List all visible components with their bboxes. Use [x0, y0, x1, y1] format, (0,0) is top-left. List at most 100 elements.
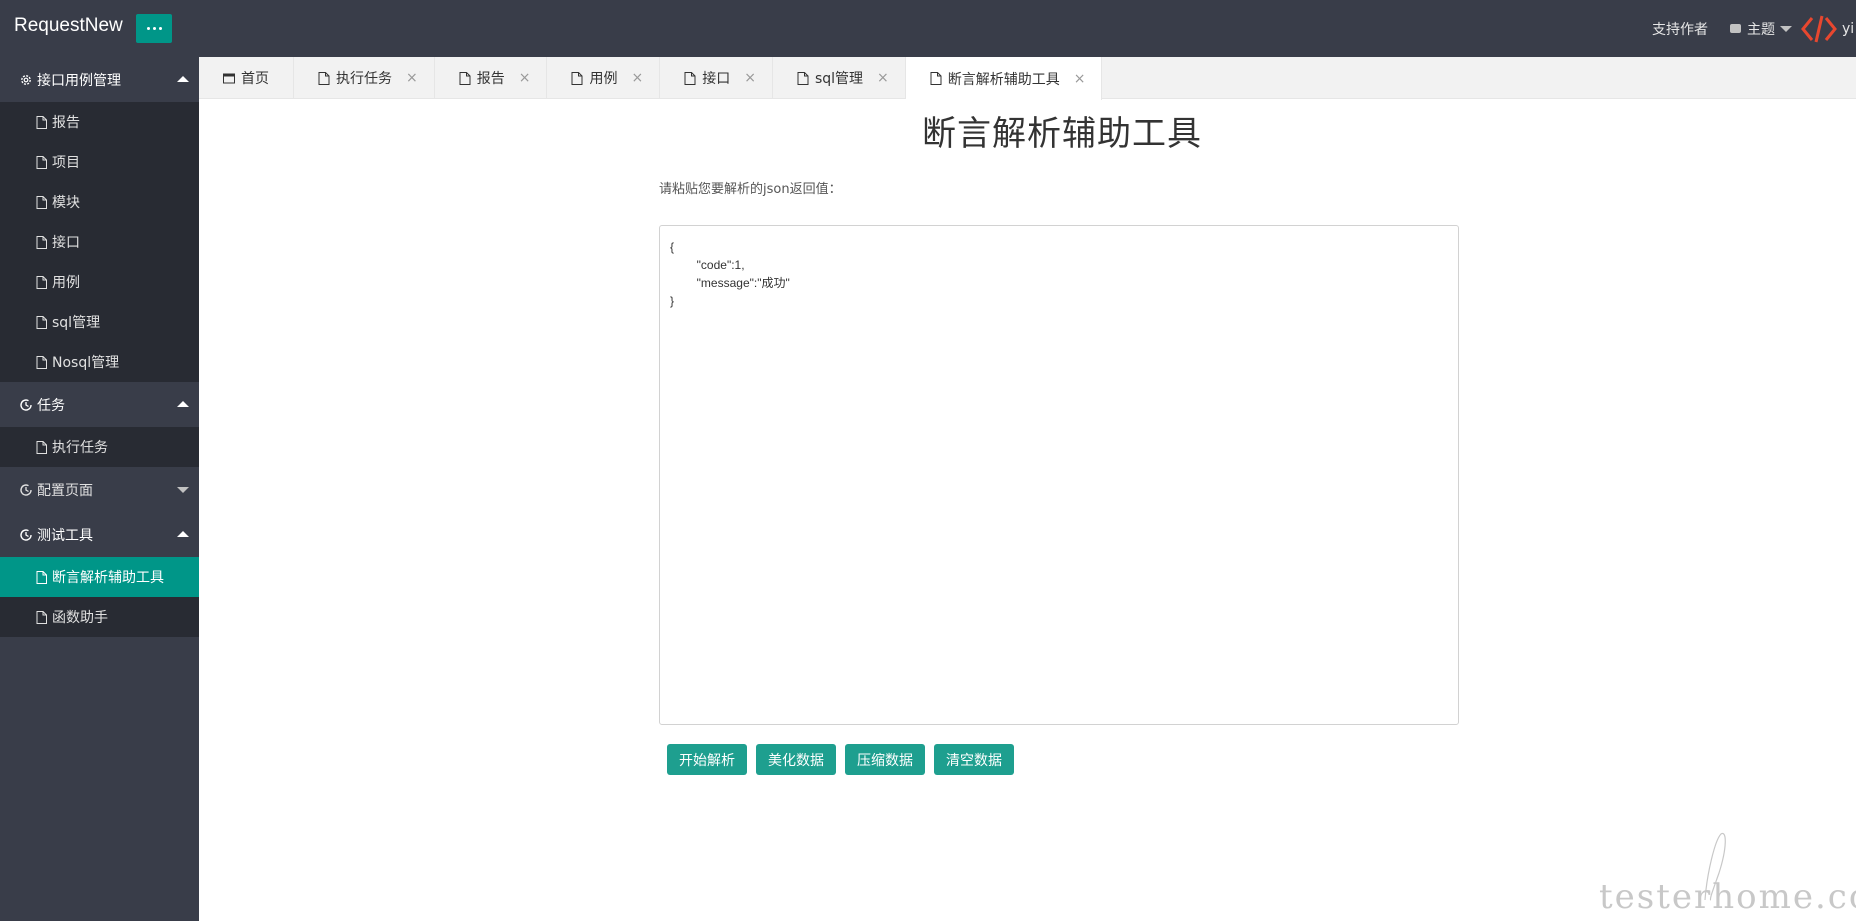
menu-toggle-button[interactable]: [136, 14, 172, 43]
close-icon[interactable]: ×: [519, 71, 531, 85]
caret-down-icon: [1780, 25, 1792, 32]
tab-label: 用例: [589, 71, 618, 87]
chat-bubble-icon: [1730, 24, 1741, 33]
support-author-link[interactable]: 支持作者: [1652, 19, 1708, 39]
header-right: 支持作者 主题 yi: [1652, 0, 1856, 57]
collapse-arrow-icon: [177, 531, 189, 537]
file-icon: [571, 71, 583, 85]
sidebar-item-label: 断言解析辅助工具: [52, 570, 164, 586]
clock-icon: [19, 483, 33, 497]
sidebar-item-report[interactable]: 报告: [0, 102, 199, 142]
sidebar-item-function-helper[interactable]: 函数助手: [0, 597, 199, 637]
tab-bar: 首页 执行任务 × 报告 × 用例 × 接口 × sql管理 × 断言解析辅助工…: [199, 57, 1856, 100]
file-icon: [36, 355, 47, 369]
clock-icon: [19, 528, 33, 542]
nav-group-label: 任务: [37, 397, 65, 414]
nav-group-interface-cases[interactable]: 接口用例管理: [0, 57, 199, 102]
clock-icon: [19, 398, 33, 412]
more-dots-icon: [146, 27, 162, 30]
tab-home[interactable]: 首页: [199, 57, 294, 99]
theme-dropdown[interactable]: 主题: [1730, 19, 1792, 39]
sidebar-item-sql[interactable]: sql管理: [0, 302, 199, 342]
sidebar-item-label: 模块: [52, 195, 80, 211]
json-prompt-label: 请粘贴您要解析的json返回值：: [659, 182, 842, 197]
file-icon: [36, 440, 47, 454]
tab-assert-tool[interactable]: 断言解析辅助工具 ×: [905, 57, 1103, 100]
gear-icon: [19, 73, 33, 87]
username-label[interactable]: yi: [1842, 21, 1856, 37]
sidebar-item-module[interactable]: 模块: [0, 182, 199, 222]
json-input[interactable]: { "code":1, "message":"成功" }: [659, 225, 1459, 725]
sidebar: 接口用例管理 报告 项目 模块 接口 用例 sql管理 Nosql管理 任务 执…: [0, 57, 199, 921]
code-brackets-icon: [1801, 15, 1837, 42]
nav-group-config[interactable]: 配置页面: [0, 467, 199, 512]
clear-button[interactable]: 清空数据: [934, 744, 1014, 775]
tab-run-task[interactable]: 执行任务 ×: [294, 57, 435, 99]
tab-label: 断言解析辅助工具: [947, 71, 1060, 88]
parse-button[interactable]: 开始解析: [667, 744, 747, 775]
tab-sql[interactable]: sql管理 ×: [773, 57, 906, 99]
expand-arrow-icon: [177, 487, 189, 493]
nav-group-test-tools[interactable]: 测试工具: [0, 512, 199, 557]
sidebar-item-label: 用例: [52, 275, 80, 291]
sidebar-item-label: 函数助手: [52, 610, 108, 626]
file-icon: [459, 71, 471, 85]
file-icon: [930, 72, 942, 85]
action-buttons: 开始解析 美化数据 压缩数据 清空数据: [667, 744, 1014, 775]
sidebar-item-case[interactable]: 用例: [0, 262, 199, 302]
nav-group-children: 执行任务: [0, 427, 199, 467]
file-icon: [797, 71, 809, 85]
tab-case[interactable]: 用例 ×: [547, 57, 661, 99]
watermark-text: testerhome.com: [1599, 877, 1856, 917]
sidebar-item-assert-tool[interactable]: 断言解析辅助工具: [0, 557, 199, 597]
nav-group-children: 报告 项目 模块 接口 用例 sql管理 Nosql管理: [0, 102, 199, 382]
file-icon: [36, 155, 47, 169]
top-header: RequestNew 支持作者 主题 yi: [0, 0, 1856, 57]
tab-interface[interactable]: 接口 ×: [660, 57, 773, 99]
close-icon[interactable]: ×: [406, 71, 418, 85]
nav-group-label: 配置页面: [37, 482, 93, 499]
close-icon[interactable]: ×: [1074, 72, 1086, 86]
nav-group-children: 断言解析辅助工具 函数助手: [0, 557, 199, 637]
page-title: 断言解析辅助工具: [922, 115, 1202, 153]
sidebar-item-label: sql管理: [52, 315, 101, 331]
app-logo[interactable]: RequestNew: [14, 15, 123, 37]
sidebar-item-run-task[interactable]: 执行任务: [0, 427, 199, 467]
window-icon: [223, 72, 235, 85]
tab-report[interactable]: 报告 ×: [435, 57, 548, 99]
beautify-button[interactable]: 美化数据: [756, 744, 836, 775]
tab-label: 首页: [241, 71, 269, 87]
sidebar-item-label: 报告: [52, 115, 80, 131]
sidebar-item-interface[interactable]: 接口: [0, 222, 199, 262]
tab-label: 接口: [702, 71, 731, 87]
file-icon: [318, 71, 330, 85]
sidebar-item-label: 接口: [52, 235, 80, 251]
watermark: testerhome.com: [1599, 832, 1856, 917]
sidebar-item-nosql[interactable]: Nosql管理: [0, 342, 199, 382]
sidebar-item-label: 执行任务: [52, 440, 108, 456]
sidebar-item-label: 项目: [52, 155, 80, 171]
collapse-arrow-icon: [177, 401, 189, 407]
close-icon[interactable]: ×: [744, 71, 756, 85]
file-icon: [684, 71, 696, 85]
tab-label: sql管理: [814, 71, 864, 87]
compress-button[interactable]: 压缩数据: [845, 744, 925, 775]
file-icon: [36, 115, 47, 129]
nav-group-label: 测试工具: [37, 527, 93, 544]
file-icon: [36, 235, 47, 249]
sidebar-item-project[interactable]: 项目: [0, 142, 199, 182]
close-icon[interactable]: ×: [631, 71, 643, 85]
file-icon: [36, 195, 47, 209]
tab-label: 执行任务: [336, 71, 392, 87]
file-icon: [36, 610, 47, 624]
theme-label: 主题: [1747, 21, 1775, 38]
tab-label: 报告: [476, 71, 505, 87]
close-icon[interactable]: ×: [877, 71, 889, 85]
nav-group-label: 接口用例管理: [37, 72, 121, 89]
collapse-arrow-icon: [177, 76, 189, 82]
file-icon: [36, 570, 47, 584]
nav-group-tasks[interactable]: 任务: [0, 382, 199, 427]
sidebar-item-label: Nosql管理: [52, 355, 120, 371]
file-icon: [36, 315, 47, 329]
file-icon: [36, 275, 47, 289]
